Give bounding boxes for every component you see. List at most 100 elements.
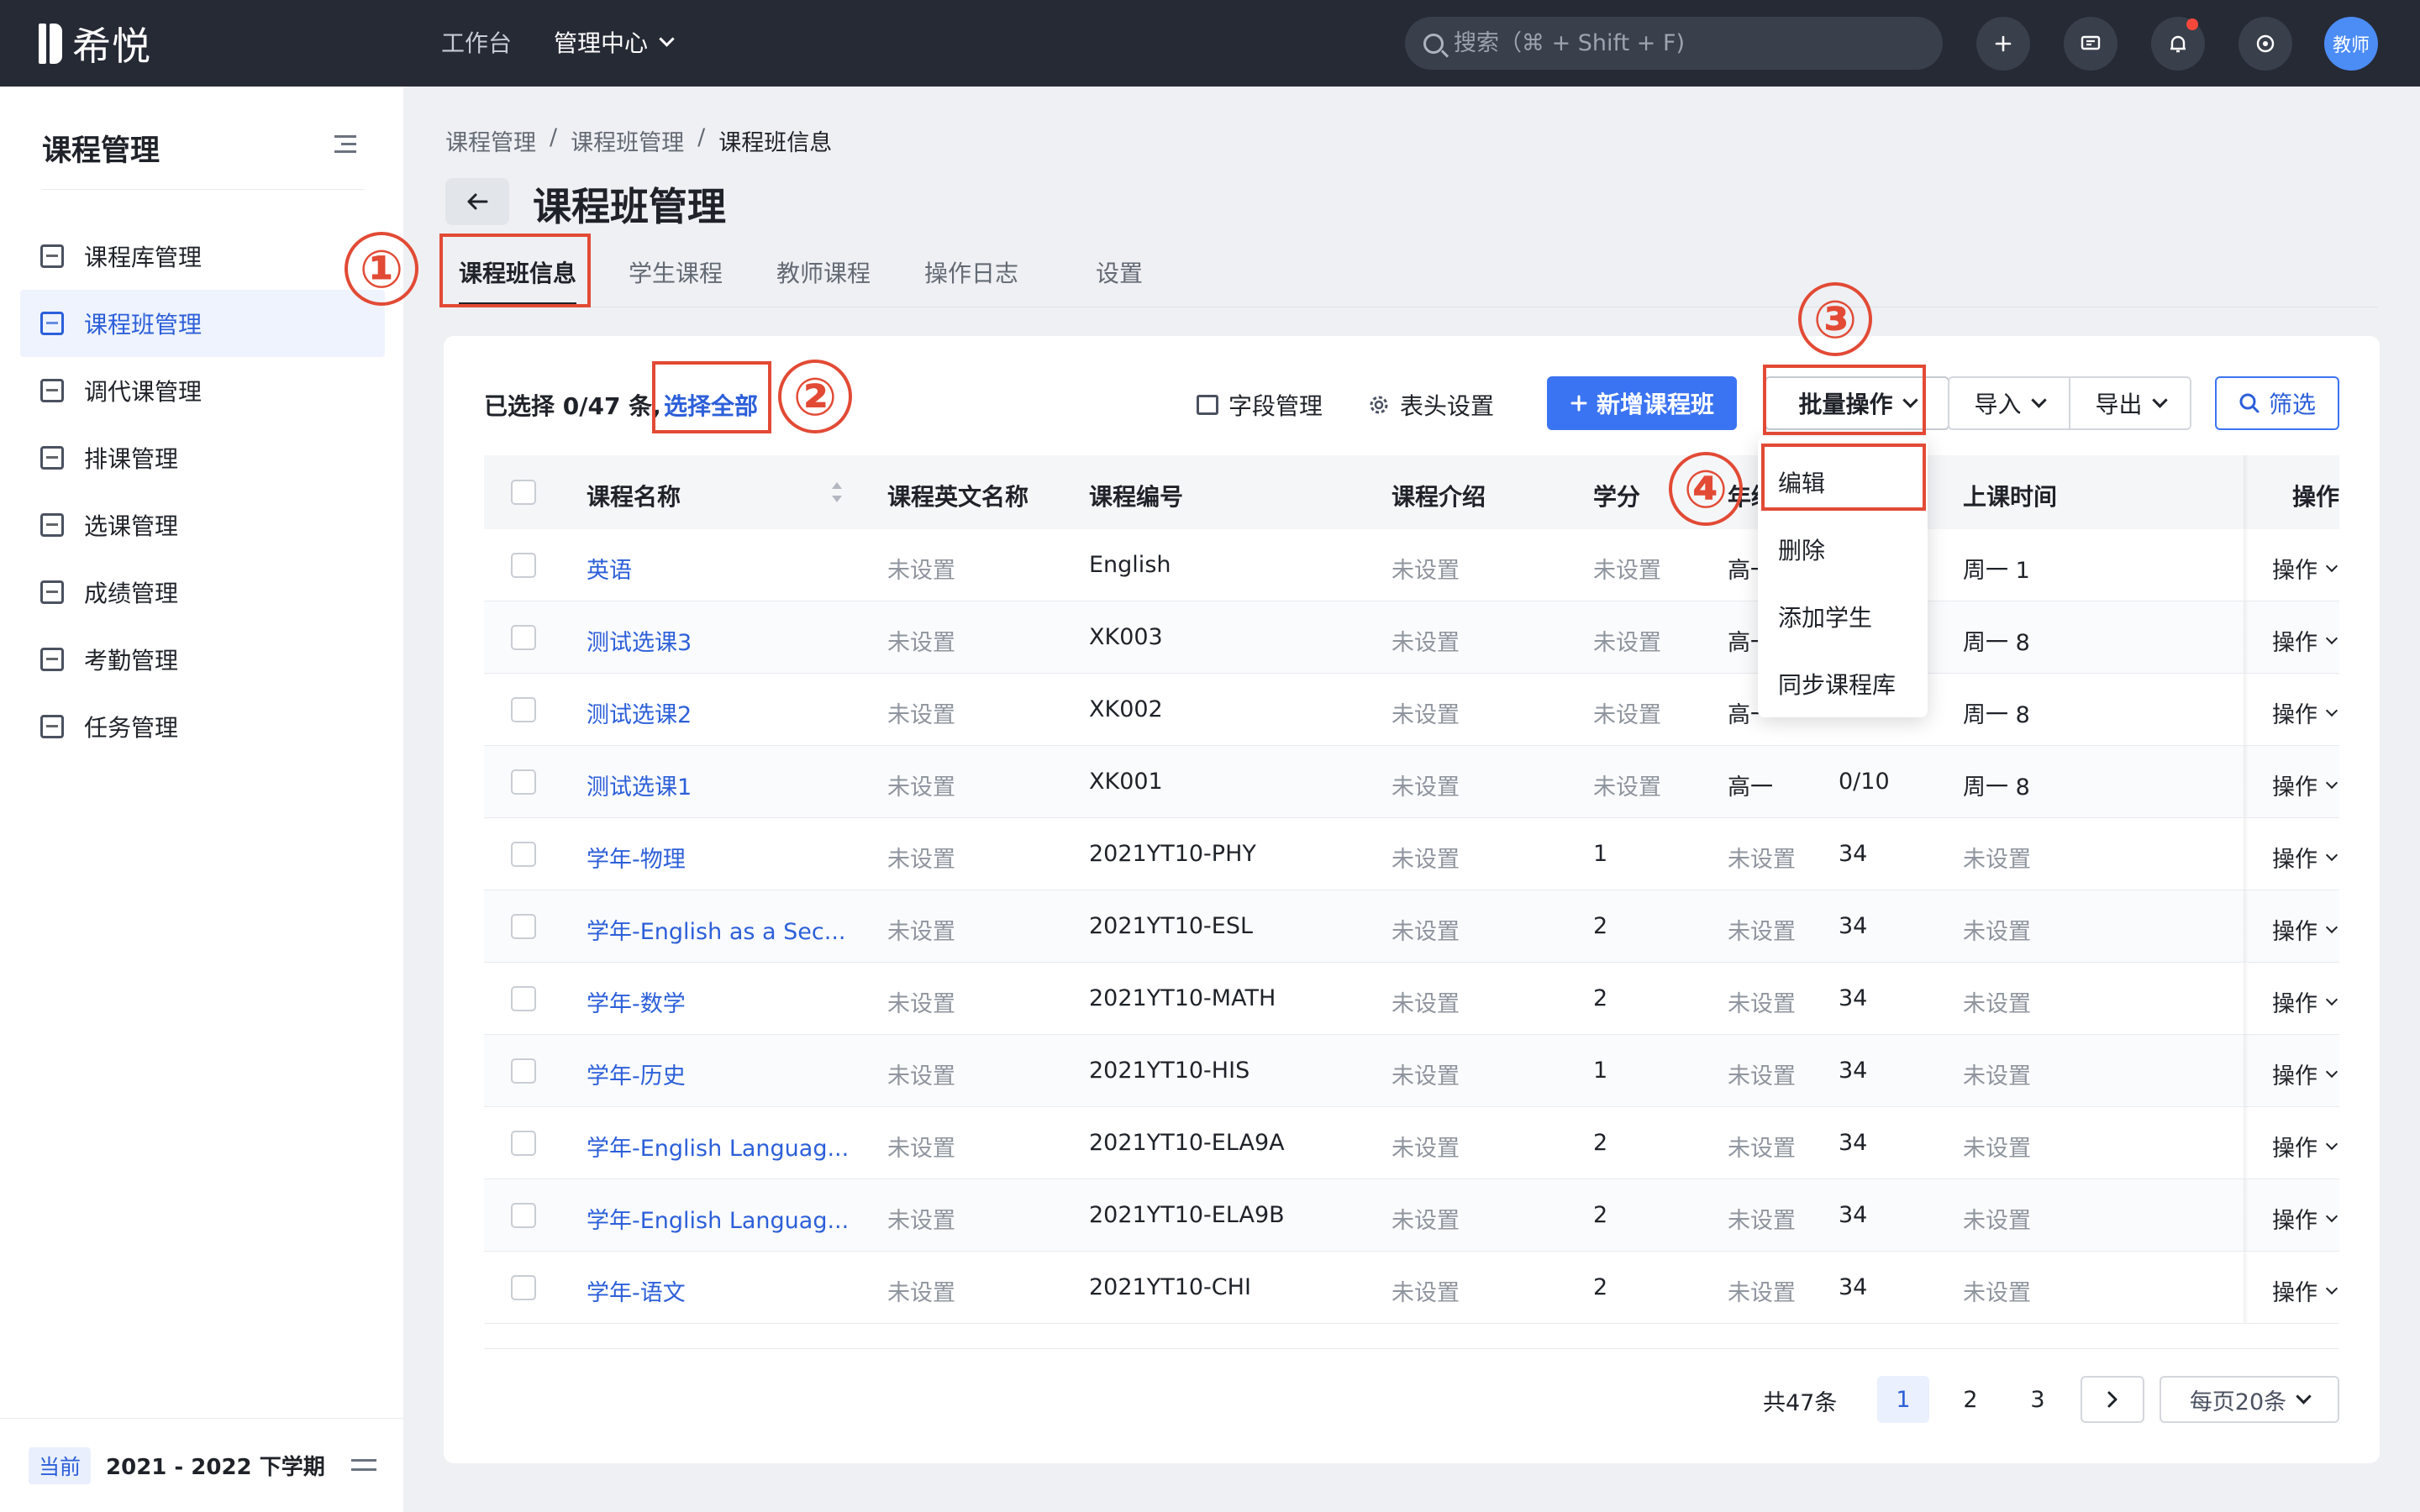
table-row[interactable]: 测试选课3 未设置 XK003 未设置 未设置 高一 周一 8 操作 — [484, 601, 2339, 674]
cell-count: 34 — [1839, 1058, 1868, 1084]
sort-icon[interactable] — [830, 480, 844, 504]
export-button[interactable]: 导出 — [2069, 376, 2191, 430]
page-size-select[interactable]: 每页20条 — [2160, 1376, 2339, 1423]
tab-settings[interactable]: 设置 — [1096, 255, 1143, 289]
sidebar-item-substitute[interactable]: 调代课管理 — [20, 357, 385, 424]
tab-teacher-courses[interactable]: 教师课程 — [776, 255, 871, 289]
row-checkbox[interactable] — [511, 1058, 536, 1084]
row-actions-dropdown[interactable]: 操作 — [2272, 913, 2338, 946]
import-button[interactable]: 导入 — [1948, 376, 2070, 430]
avatar[interactable]: 教师 — [2324, 17, 2378, 71]
annotation-box-4 — [1761, 444, 1926, 511]
row-checkbox[interactable] — [511, 842, 536, 867]
sidebar-item-selection[interactable]: 选课管理 — [20, 491, 385, 559]
table-row[interactable]: 学年-语文 未设置 2021YT10-CHI 未设置 2 未设置 34 未设置 操作 — [484, 1252, 2339, 1324]
cell-course-name[interactable]: 测试选课3 — [587, 624, 692, 657]
cell-course-name[interactable]: 学年-历史 — [587, 1058, 686, 1090]
sidebar-item-scheduling[interactable]: 排课管理 — [20, 424, 385, 491]
row-checkbox[interactable] — [511, 1275, 536, 1300]
row-actions-dropdown[interactable]: 操作 — [2272, 769, 2338, 801]
swap-icon[interactable] — [351, 1454, 376, 1476]
menu-item-sync-library[interactable]: 同步课程库 — [1758, 650, 1928, 717]
row-actions-dropdown[interactable]: 操作 — [2272, 696, 2338, 729]
row-actions-dropdown[interactable]: 操作 — [2272, 552, 2338, 585]
term-switcher[interactable]: 当前 2021 - 2022 下学期 — [0, 1418, 403, 1512]
cell-count: 34 — [1839, 1274, 1868, 1300]
page-2-button[interactable]: 2 — [1944, 1376, 1996, 1423]
cell-grade: 未设置 — [1728, 847, 1796, 873]
tab-operation-log[interactable]: 操作日志 — [924, 255, 1018, 289]
row-checkbox[interactable] — [511, 769, 536, 795]
table-row[interactable]: 学年-English as a Sec... 未设置 2021YT10-ESL 未设置… — [484, 890, 2339, 963]
chevron-down-icon — [2325, 704, 2338, 717]
filter-button[interactable]: 筛选 — [2215, 376, 2339, 430]
cell-course-name[interactable]: 英语 — [587, 552, 632, 585]
cell-intro: 未设置 — [1392, 630, 1460, 656]
cell-course-code: 2021YT10-ELA9A — [1089, 1130, 1285, 1156]
row-actions-dropdown[interactable]: 操作 — [2272, 1130, 2338, 1163]
row-actions-dropdown[interactable]: 操作 — [2272, 1274, 2338, 1307]
help-button[interactable] — [2238, 17, 2292, 71]
table-row[interactable]: 学年-物理 未设置 2021YT10-PHY 未设置 1 未设置 34 未设置 操作 — [484, 818, 2339, 890]
messages-button[interactable] — [2064, 17, 2118, 71]
table-row[interactable]: 英语 未设置 English 未设置 未设置 高一 周一 1 操作 — [484, 529, 2339, 601]
field-manage-button[interactable]: 字段管理 — [1197, 388, 1323, 422]
table-row[interactable]: 学年-English Languag... 未设置 2021YT10-ELA9A 未设… — [484, 1107, 2339, 1179]
breadcrumb-course-manage[interactable]: 课程管理 — [445, 124, 536, 157]
row-checkbox[interactable] — [511, 1203, 536, 1228]
row-actions-dropdown[interactable]: 操作 — [2272, 624, 2338, 657]
col-course-name[interactable]: 课程名称 — [587, 479, 681, 512]
table-row[interactable]: 学年-English Languag... 未设置 2021YT10-ELA9B 未设… — [484, 1179, 2339, 1252]
add-button[interactable] — [1976, 17, 2030, 71]
cell-course-name[interactable]: 学年-English as a Sec... — [587, 913, 845, 946]
menu-item-delete[interactable]: 删除 — [1758, 516, 1928, 583]
cell-course-code: 2021YT10-MATH — [1089, 985, 1276, 1011]
sidebar-item-course-class[interactable]: 课程班管理 — [20, 290, 385, 357]
row-actions-dropdown[interactable]: 操作 — [2272, 985, 2338, 1018]
add-class-button[interactable]: 新增课程班 — [1547, 376, 1737, 430]
next-page-button[interactable] — [2081, 1376, 2144, 1423]
row-checkbox[interactable] — [511, 1131, 536, 1156]
sidebar-item-attendance[interactable]: 考勤管理 — [20, 626, 385, 693]
table-row[interactable]: 学年-历史 未设置 2021YT10-HIS 未设置 1 未设置 34 未设置 操作 — [484, 1035, 2339, 1107]
select-all-checkbox[interactable] — [511, 480, 536, 505]
menu-item-add-students[interactable]: 添加学生 — [1758, 583, 1928, 650]
nav-management-center-label: 管理中心 — [554, 29, 649, 57]
page-1-button[interactable]: 1 — [1877, 1376, 1929, 1423]
row-checkbox[interactable] — [511, 553, 536, 578]
cell-course-name[interactable]: 学年-数学 — [587, 985, 686, 1018]
global-search[interactable] — [1405, 17, 1943, 70]
cell-course-name[interactable]: 学年-语文 — [587, 1274, 686, 1307]
header-settings-button[interactable]: 表头设置 — [1368, 388, 1494, 422]
app-logo[interactable]: 希悦 — [39, 22, 151, 69]
table-row[interactable]: 学年-数学 未设置 2021YT10-MATH 未设置 2 未设置 34 未设置 操作 — [484, 963, 2339, 1035]
search-input[interactable] — [1454, 30, 1924, 56]
page-3-button[interactable]: 3 — [2012, 1376, 2064, 1423]
sidebar-item-tasks[interactable]: 任务管理 — [20, 693, 385, 760]
sidebar-item-course-library[interactable]: 课程库管理 — [20, 223, 385, 290]
collapse-menu-icon[interactable] — [334, 135, 356, 154]
sidebar-item-grades[interactable]: 成绩管理 — [20, 559, 385, 626]
row-actions-dropdown[interactable]: 操作 — [2272, 1202, 2338, 1235]
cell-course-name[interactable]: 学年-物理 — [587, 841, 686, 874]
tab-student-courses[interactable]: 学生课程 — [629, 255, 723, 289]
row-actions-dropdown[interactable]: 操作 — [2272, 841, 2338, 874]
row-checkbox[interactable] — [511, 914, 536, 939]
breadcrumb-current: 课程班信息 — [718, 130, 833, 156]
row-checkbox[interactable] — [511, 625, 536, 650]
cell-course-name[interactable]: 学年-English Languag... — [587, 1130, 849, 1163]
cell-course-name[interactable]: 测试选课2 — [587, 696, 692, 729]
row-actions-dropdown[interactable]: 操作 — [2272, 1058, 2338, 1090]
table-row[interactable]: 测试选课1 未设置 XK001 未设置 未设置 高一 0/10 周一 8 操作 — [484, 746, 2339, 818]
cell-course-name[interactable]: 测试选课1 — [587, 769, 692, 801]
breadcrumb-class-manage[interactable]: 课程班管理 — [571, 124, 684, 157]
row-checkbox[interactable] — [511, 986, 536, 1011]
back-button[interactable] — [445, 178, 509, 225]
nav-workbench[interactable]: 工作台 — [441, 25, 512, 59]
table-row[interactable]: 测试选课2 未设置 XK002 未设置 未设置 高一 周一 8 操作 — [484, 674, 2339, 746]
row-checkbox[interactable] — [511, 697, 536, 722]
notifications-button[interactable] — [2151, 17, 2205, 71]
nav-management-center[interactable]: 管理中心 — [554, 25, 675, 59]
cell-course-name[interactable]: 学年-English Languag... — [587, 1202, 849, 1235]
sidebar: 课程管理 课程库管理 课程班管理 调代课管理 排课管理 选课管理 成绩管理 考勤… — [0, 87, 403, 1512]
